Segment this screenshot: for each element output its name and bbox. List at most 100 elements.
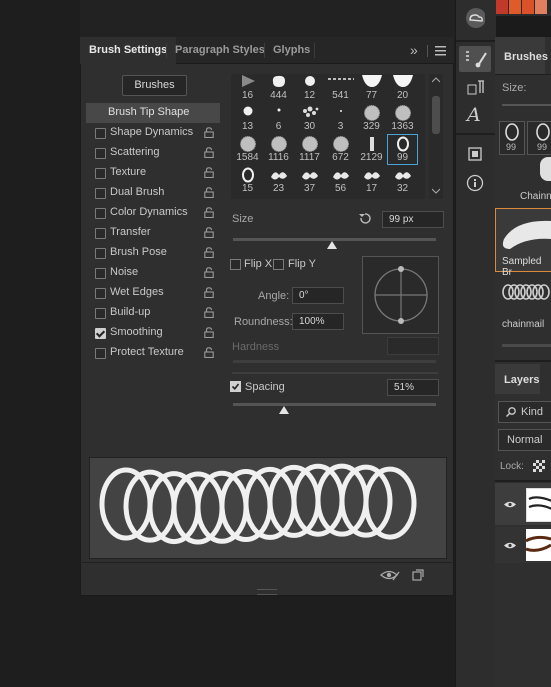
brushes-panel-tab[interactable]: Brushes: [504, 51, 548, 63]
grid-scrollbar[interactable]: [429, 74, 443, 199]
brush-tip-cell[interactable]: 56: [325, 165, 356, 196]
option-dual-brush[interactable]: Dual Brush: [86, 183, 220, 203]
option-shape-dynamics[interactable]: Shape Dynamics: [86, 123, 220, 143]
option-build-up[interactable]: Build-up: [86, 303, 220, 323]
brush-tip-grid[interactable]: 16 444 12 541 77 20 13 6 30 3 329 1363 1584 1116 1117 6…: [231, 74, 425, 199]
swatch[interactable]: [509, 0, 521, 14]
lock-icon[interactable]: [204, 347, 214, 358]
lock-icon[interactable]: [204, 287, 214, 298]
brush-tip-cell[interactable]: 77: [356, 74, 387, 103]
spacing-input[interactable]: 51%: [387, 379, 439, 396]
option-transfer[interactable]: Transfer: [86, 223, 220, 243]
creative-cloud-icon[interactable]: [465, 8, 485, 28]
angle-roundness-widget[interactable]: [362, 256, 439, 334]
brush-tip-cell[interactable]: 672: [325, 134, 356, 165]
swatch[interactable]: [535, 0, 547, 14]
option-checkbox[interactable]: [95, 128, 106, 139]
layer-filter-kind[interactable]: Kind: [498, 401, 551, 423]
option-brush-pose[interactable]: Brush Pose: [86, 243, 220, 263]
option-checkbox[interactable]: [95, 188, 106, 199]
swatch[interactable]: [496, 0, 508, 14]
option-texture[interactable]: Texture: [86, 163, 220, 183]
brush-item-label[interactable]: chainmail: [502, 319, 544, 330]
3d-icon[interactable]: [466, 146, 486, 166]
spacing-slider[interactable]: [233, 403, 436, 406]
option-checkbox[interactable]: [95, 208, 106, 219]
brush-tip-cell[interactable]: 15: [232, 165, 263, 196]
tab-glyphs[interactable]: Glyphs: [264, 37, 319, 64]
brush-tip-cell[interactable]: 30: [294, 103, 325, 134]
brush-tip-cell[interactable]: 23: [263, 165, 294, 196]
scroll-thumb[interactable]: [432, 96, 440, 134]
lock-icon[interactable]: [204, 307, 214, 318]
angle-dial-icon[interactable]: [363, 257, 438, 333]
brush-tip-cell[interactable]: 541: [325, 74, 356, 103]
brush-tip-cell[interactable]: 20: [387, 74, 418, 103]
brush-tip-cell[interactable]: 444: [263, 74, 294, 103]
visibility-eye-icon[interactable]: [503, 541, 517, 550]
angle-input[interactable]: 0°: [292, 287, 344, 304]
reset-size-icon[interactable]: [358, 212, 372, 225]
option-checkbox[interactable]: [95, 268, 106, 279]
size-input[interactable]: 99 px: [382, 211, 444, 228]
panel-menu-icon[interactable]: [435, 46, 446, 56]
visibility-eye-icon[interactable]: [503, 500, 517, 509]
option-checkbox[interactable]: [95, 328, 106, 339]
chainmail-brush-preview[interactable]: [500, 281, 551, 303]
option-checkbox[interactable]: [95, 308, 106, 319]
brush-tip-cell[interactable]: 329: [356, 103, 387, 134]
brush-preset-thumb[interactable]: 99: [527, 121, 551, 155]
option-brush-tip-shape[interactable]: Brush Tip Shape: [86, 103, 220, 123]
lock-transparency-icon[interactable]: [533, 460, 545, 472]
glyphs-icon[interactable]: A: [467, 104, 481, 126]
tab-paragraph-styles[interactable]: Paragraph Styles: [166, 37, 274, 64]
option-checkbox[interactable]: [95, 168, 106, 179]
spacing-checkbox[interactable]: [230, 381, 241, 392]
brush-tip-cell[interactable]: 99: [387, 134, 418, 165]
lock-icon[interactable]: [204, 267, 214, 278]
lock-icon[interactable]: [204, 247, 214, 258]
layer-row[interactable]: [495, 483, 551, 525]
option-smoothing[interactable]: Smoothing: [86, 323, 220, 343]
option-checkbox[interactable]: [95, 148, 106, 159]
color-swatches[interactable]: [496, 0, 551, 16]
lock-icon[interactable]: [204, 127, 214, 138]
layers-tab[interactable]: Layers: [495, 364, 540, 394]
option-wet-edges[interactable]: Wet Edges: [86, 283, 220, 303]
flip-x-checkbox[interactable]: [230, 259, 241, 270]
layer-row[interactable]: [495, 527, 551, 563]
lock-icon[interactable]: [204, 207, 214, 218]
brush-tip-cell[interactable]: 1584: [232, 134, 263, 165]
spacing-slider-knob[interactable]: [278, 406, 289, 414]
brushes-button[interactable]: Brushes: [122, 75, 187, 96]
brush-preset-thumb[interactable]: 99: [499, 121, 525, 155]
brush-tip-cell[interactable]: 3: [325, 103, 356, 134]
lock-icon[interactable]: [204, 147, 214, 158]
option-checkbox[interactable]: [95, 288, 106, 299]
blend-mode-select[interactable]: Normal: [498, 429, 551, 451]
lock-icon[interactable]: [204, 167, 214, 178]
scroll-down-icon[interactable]: [432, 188, 440, 194]
option-color-dynamics[interactable]: Color Dynamics: [86, 203, 220, 223]
swatch[interactable]: [522, 0, 534, 14]
brush-tip-cell[interactable]: 37: [294, 165, 325, 196]
scroll-up-icon[interactable]: [432, 77, 440, 83]
brush-settings-strip-button[interactable]: [459, 46, 491, 72]
option-checkbox[interactable]: [95, 228, 106, 239]
option-checkbox[interactable]: [95, 348, 106, 359]
brush-tip-cell[interactable]: 1117: [294, 134, 325, 165]
brush-tip-cell[interactable]: 1363: [387, 103, 418, 134]
brush-tip-cell[interactable]: 13: [232, 103, 263, 134]
brush-tip-cell[interactable]: 2129: [356, 134, 387, 165]
option-scattering[interactable]: Scattering: [86, 143, 220, 163]
option-checkbox[interactable]: [95, 248, 106, 259]
brush-tip-cell[interactable]: 6: [263, 103, 294, 134]
roundness-input[interactable]: 100%: [292, 313, 344, 330]
brush-item-label[interactable]: Chainn: [520, 191, 551, 202]
lock-icon[interactable]: [204, 227, 214, 238]
brush-item-sampled[interactable]: Sampled Br: [495, 208, 551, 278]
lock-icon[interactable]: [204, 327, 214, 338]
create-new-brush-icon[interactable]: [412, 569, 424, 581]
size-slider-knob[interactable]: [327, 241, 338, 249]
option-protect-texture[interactable]: Protect Texture: [86, 343, 220, 363]
